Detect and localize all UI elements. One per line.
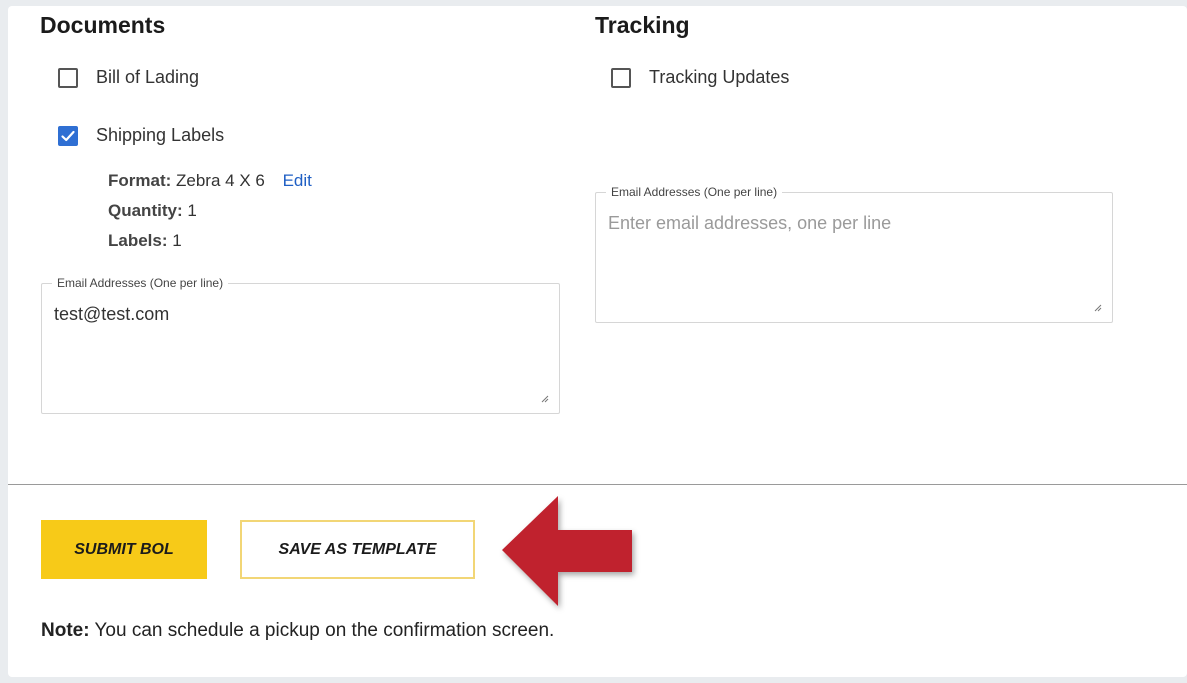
label-details: Format: Zebra 4 X 6 Edit Quantity: 1 Lab… xyxy=(108,166,312,256)
tracking-updates-label: Tracking Updates xyxy=(649,67,790,87)
documents-heading: Documents xyxy=(40,12,166,38)
resize-grip-icon[interactable] xyxy=(539,393,549,403)
bill-of-lading-checkbox[interactable] xyxy=(58,67,78,88)
note-prefix: Note: xyxy=(41,620,90,641)
form-card: Documents Bill of Lading Shipping Labels… xyxy=(8,6,1187,677)
tracking-email-legend: Email Addresses (One per line) xyxy=(611,185,778,199)
pickup-note: Note: You can schedule a pickup on the c… xyxy=(41,620,554,642)
bill-of-lading-label: Bill of Lading xyxy=(96,67,200,87)
tracking-updates-checkbox-row[interactable]: Tracking Updates xyxy=(611,67,789,88)
tracking-heading: Tracking xyxy=(595,12,690,38)
documents-email-legend: Email Addresses (One per line) xyxy=(57,276,224,290)
edit-format-link[interactable]: Edit xyxy=(283,171,312,190)
documents-email-input[interactable]: test@test.com xyxy=(54,304,541,387)
format-value: Zebra 4 X 6 xyxy=(176,171,265,190)
resize-grip-icon[interactable] xyxy=(1092,302,1102,312)
tracking-email-field: Email Addresses (One per line) xyxy=(595,185,1113,323)
quantity-key: Quantity: xyxy=(108,201,183,220)
checkmark-icon xyxy=(61,130,75,141)
labels-value: 1 xyxy=(172,231,182,250)
save-as-template-button[interactable]: SAVE AS TEMPLATE xyxy=(240,520,475,579)
tracking-updates-checkbox[interactable] xyxy=(611,67,631,88)
tracking-email-input[interactable] xyxy=(608,213,1094,296)
shipping-labels-label: Shipping Labels xyxy=(96,125,225,145)
documents-email-field: Email Addresses (One per line) test@test… xyxy=(41,276,560,414)
quantity-value: 1 xyxy=(187,201,197,220)
labels-row: Labels: 1 xyxy=(108,226,312,256)
quantity-row: Quantity: 1 xyxy=(108,196,312,226)
format-key: Format: xyxy=(108,171,172,190)
note-text: You can schedule a pickup on the confirm… xyxy=(89,620,555,641)
format-row: Format: Zebra 4 X 6 Edit xyxy=(108,166,312,196)
bill-of-lading-checkbox-row[interactable]: Bill of Lading xyxy=(58,67,199,88)
shipping-labels-checkbox-row[interactable]: Shipping Labels xyxy=(58,125,224,146)
submit-bol-button[interactable]: SUBMIT BOL xyxy=(41,520,207,579)
labels-key: Labels: xyxy=(108,231,168,250)
callout-arrow-icon xyxy=(502,496,632,606)
section-divider xyxy=(8,484,1187,485)
shipping-labels-checkbox[interactable] xyxy=(58,125,78,146)
